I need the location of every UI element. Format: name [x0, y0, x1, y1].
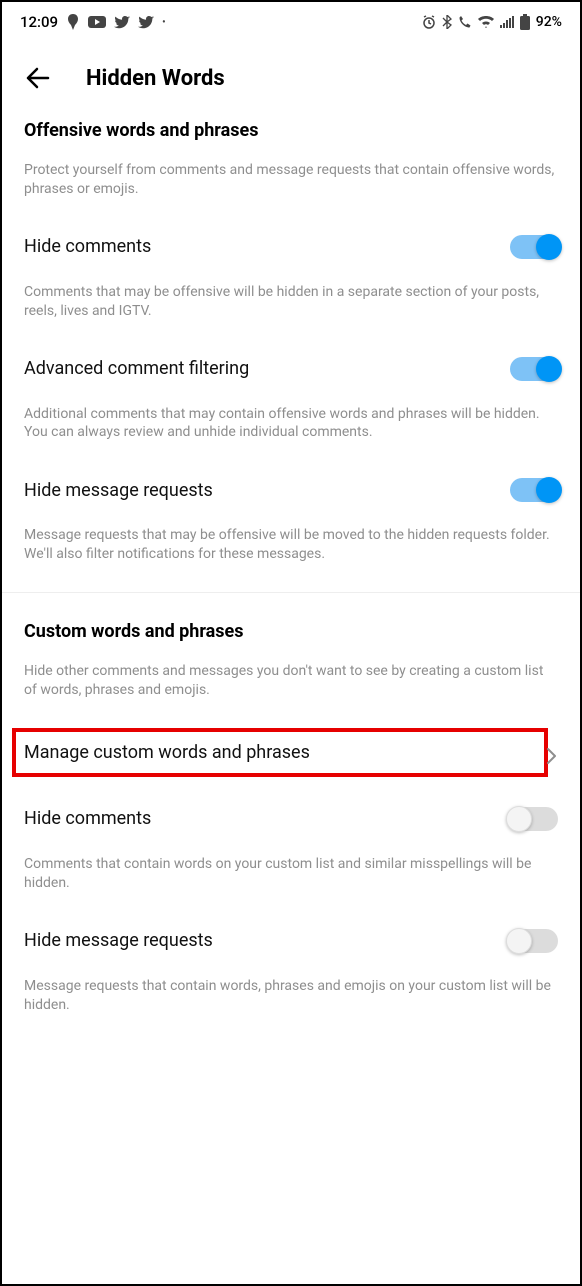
swiggy-icon: [66, 14, 80, 30]
custom-hide-comments-label: Hide comments: [24, 808, 151, 829]
custom-hide-requests-toggle[interactable]: [510, 929, 558, 953]
wifi-icon: [478, 16, 494, 28]
twitter-icon: [114, 16, 130, 29]
hide-requests-label: Hide message requests: [24, 480, 213, 501]
advanced-filtering-label: Advanced comment filtering: [24, 358, 249, 379]
chevron-right-icon: [544, 746, 558, 766]
hide-comments-desc: Comments that may be offensive will be h…: [24, 283, 558, 321]
custom-hide-requests-label: Hide message requests: [24, 930, 213, 951]
dot-icon: •: [162, 17, 166, 28]
divider: [2, 592, 580, 593]
section1-desc: Protect yourself from comments and messa…: [24, 161, 558, 199]
hide-requests-toggle[interactable]: [510, 478, 558, 502]
section2-desc: Hide other comments and messages you don…: [24, 662, 558, 700]
bluetooth-icon: [442, 15, 452, 29]
section2-title: Custom words and phrases: [24, 621, 558, 642]
hide-comments-label: Hide comments: [24, 236, 151, 257]
advanced-filtering-row: Advanced comment filtering: [24, 349, 558, 389]
custom-hide-comments-toggle[interactable]: [510, 807, 558, 831]
twitter2-icon: [138, 16, 154, 29]
hide-comments-toggle[interactable]: [510, 235, 558, 259]
custom-hide-requests-row: Hide message requests: [24, 921, 558, 961]
hide-requests-desc: Message requests that may be offensive w…: [24, 526, 558, 564]
battery-text: 92%: [536, 14, 562, 30]
advanced-filtering-desc: Additional comments that may contain off…: [24, 405, 558, 443]
back-icon[interactable]: [24, 64, 52, 92]
youtube-icon: [88, 16, 106, 28]
custom-hide-comments-desc: Comments that contain words on your cust…: [24, 855, 558, 893]
section1-title: Offensive words and phrases: [24, 120, 558, 141]
manage-custom-words-label: Manage custom words and phrases: [24, 742, 310, 763]
custom-hide-comments-row: Hide comments: [24, 799, 558, 839]
hide-requests-row: Hide message requests: [24, 470, 558, 510]
call-icon: [458, 15, 472, 29]
manage-custom-words-row[interactable]: Manage custom words and phrases: [12, 728, 548, 777]
page-title: Hidden Words: [86, 66, 225, 91]
alarm-icon: [422, 15, 436, 29]
advanced-filtering-toggle[interactable]: [510, 357, 558, 381]
custom-hide-requests-desc: Message requests that contain words, phr…: [24, 977, 558, 1015]
clock: 12:09: [20, 13, 58, 31]
battery-icon: [520, 14, 530, 30]
header: Hidden Words: [2, 42, 580, 120]
status-bar: 12:09 • 92%: [2, 2, 580, 42]
signal-icon: [500, 16, 514, 28]
hide-comments-row: Hide comments: [24, 227, 558, 267]
